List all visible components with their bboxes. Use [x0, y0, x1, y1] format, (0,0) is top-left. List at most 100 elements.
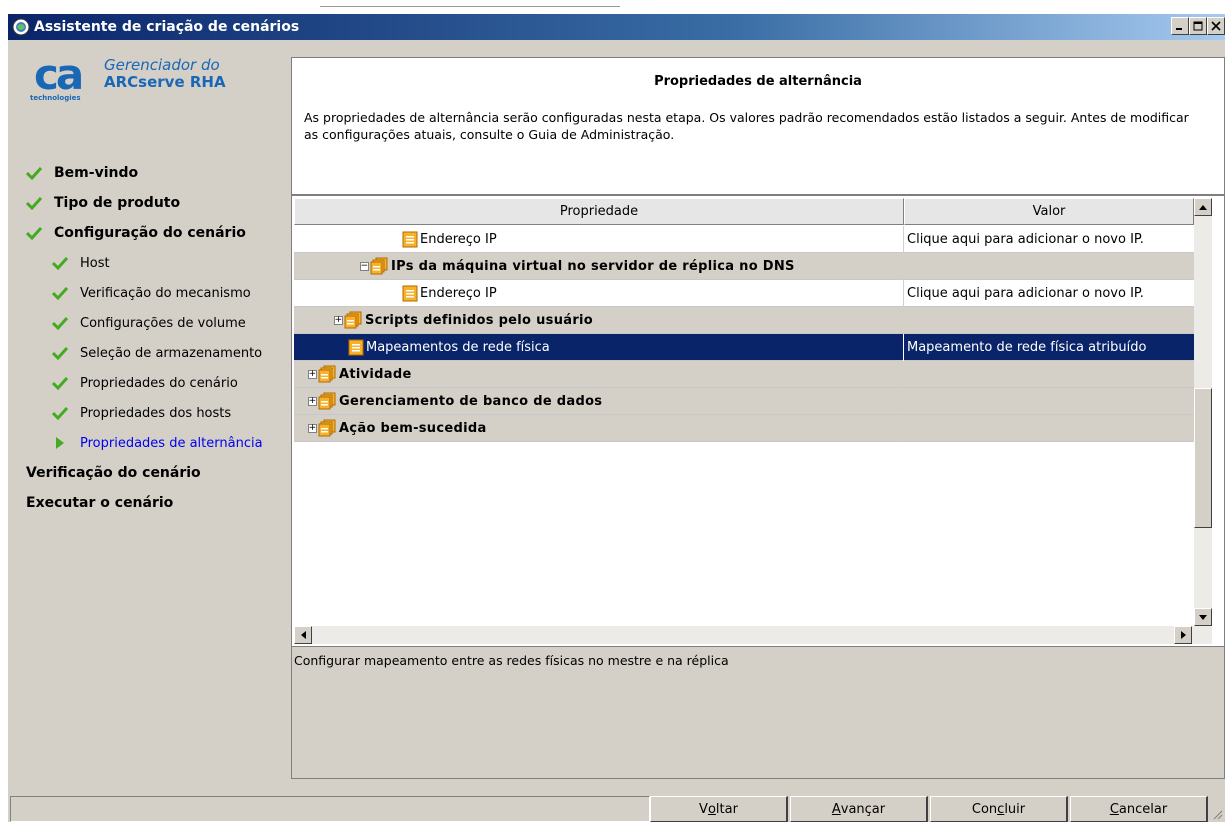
- check-icon: [26, 226, 42, 240]
- table-row[interactable]: + Ação bem-sucedida: [294, 414, 1194, 442]
- property-label: Atividade: [339, 366, 412, 382]
- grid-header: Propriedade Valor: [294, 198, 1194, 225]
- expand-icon[interactable]: +: [308, 423, 317, 433]
- nav-step-selecao-de-armazenamento[interactable]: Seleção de armazenamento: [8, 338, 291, 368]
- wizard-content: Propriedades de alternância As proprieda…: [291, 57, 1225, 779]
- next-button[interactable]: Avançar: [790, 796, 928, 822]
- scroll-right-icon[interactable]: [1174, 626, 1192, 644]
- check-icon: [52, 376, 68, 390]
- scroll-thumb[interactable]: [1194, 388, 1212, 528]
- nav-step-verificacao-do-cenario[interactable]: Verificação do cenário: [8, 458, 291, 488]
- nav-step-configuracoes-de-volume[interactable]: Configurações de volume: [8, 308, 291, 338]
- table-row[interactable]: Endereço IP Clique aqui para adicionar o…: [294, 279, 1194, 307]
- value-cell[interactable]: [904, 307, 1194, 334]
- scroll-left-icon[interactable]: [294, 626, 312, 644]
- expand-icon[interactable]: +: [308, 369, 317, 379]
- check-icon: [52, 346, 68, 360]
- property-group-icon: [318, 392, 336, 410]
- property-doc-icon: [402, 285, 418, 301]
- window-title: Assistente de criação de cenários: [34, 19, 300, 35]
- nav-step-propriedades-do-cenario[interactable]: Propriedades do cenário: [8, 368, 291, 398]
- product-name-line2: ARCserve RHA: [104, 73, 226, 91]
- finish-button[interactable]: Con c luir: [930, 796, 1068, 822]
- nav-step-verificacao-do-mecanismo[interactable]: Verificação do mecanismo: [8, 278, 291, 308]
- next-button-accesskey: A: [831, 801, 841, 817]
- product-logo: ca technologies Gerenciador do ARCserve …: [30, 50, 226, 104]
- horizontal-scrollbar[interactable]: [294, 626, 1212, 644]
- value-cell[interactable]: Mapeamento de rede física atribuído: [904, 334, 1194, 361]
- expand-icon[interactable]: +: [334, 315, 343, 325]
- resize-grip-icon[interactable]: [1211, 808, 1223, 820]
- table-row[interactable]: + Atividade: [294, 360, 1194, 388]
- nav-step-label: Host: [80, 255, 110, 271]
- property-grid: Propriedade Valor Endereço IP Clique aqu…: [292, 194, 1224, 644]
- property-cell: + Gerenciamento de banco de dados: [294, 387, 904, 415]
- nav-step-propriedades-dos-hosts[interactable]: Propriedades dos hosts: [8, 398, 291, 428]
- nav-step-label: Propriedades de alternância: [80, 435, 263, 451]
- expand-icon[interactable]: +: [308, 396, 317, 406]
- nav-step-tipo-de-produto[interactable]: Tipo de produto: [8, 188, 291, 218]
- next-button-label-post: vançar: [840, 801, 886, 817]
- column-header-value[interactable]: Valor: [904, 198, 1194, 225]
- nav-step-label: Verificação do cenário: [26, 465, 201, 481]
- vertical-scrollbar[interactable]: [1194, 198, 1212, 626]
- window-controls: [1171, 17, 1225, 35]
- wizard-frame: ca technologies Gerenciador do ARCserve …: [8, 40, 1225, 822]
- nav-step-label: Tipo de produto: [54, 195, 181, 211]
- back-button-label-pre: V: [699, 801, 708, 817]
- finish-button-label-post: luir: [1004, 801, 1026, 817]
- property-group-icon: [318, 365, 336, 383]
- cancel-button-accesskey: C: [1109, 801, 1119, 817]
- nav-step-label: Propriedades dos hosts: [80, 405, 232, 421]
- property-description: Configurar mapeamento entre as redes fís…: [294, 653, 729, 668]
- value-cell[interactable]: [904, 388, 1194, 415]
- product-name: Gerenciador do ARCserve RHA: [104, 57, 226, 104]
- nav-step-label: Verificação do mecanismo: [80, 285, 251, 301]
- value-cell[interactable]: [904, 253, 1194, 280]
- app-globe-icon: [11, 17, 31, 37]
- back-button[interactable]: Vo ltar: [650, 796, 788, 822]
- table-row-selected[interactable]: Mapeamentos de rede física Mapeamento de…: [294, 333, 1194, 361]
- property-label: Endereço IP: [420, 231, 497, 247]
- nav-step-propriedades-de-alternancia[interactable]: Propriedades de alternância: [8, 428, 291, 458]
- table-row[interactable]: + Scripts definidos pelo usuário: [294, 306, 1194, 334]
- value-cell[interactable]: [904, 361, 1194, 388]
- nav-step-configuracao-do-cenario[interactable]: Configuração do cenário: [8, 218, 291, 248]
- nav-step-bem-vindo[interactable]: Bem-vindo: [8, 158, 291, 188]
- finish-button-label-pre: Con: [971, 801, 998, 817]
- cancel-button[interactable]: Cancelar: [1070, 796, 1208, 822]
- table-row[interactable]: − IPs da máquina virtual no servidor de …: [294, 252, 1194, 280]
- nav-step-executar-o-cenario[interactable]: Executar o cenário: [8, 488, 291, 518]
- value-cell[interactable]: Clique aqui para adicionar o novo IP.: [904, 280, 1194, 307]
- property-label: Ação bem-sucedida: [339, 420, 487, 436]
- property-cell: Endereço IP: [294, 279, 904, 307]
- collapse-icon[interactable]: −: [360, 261, 369, 271]
- scroll-up-icon[interactable]: [1194, 198, 1212, 216]
- nav-step-label: Bem-vindo: [54, 165, 139, 181]
- property-cell: + Atividade: [294, 360, 904, 388]
- cancel-button-label-post: ancelar: [1118, 801, 1168, 817]
- window-titlebar[interactable]: Assistente de criação de cenários: [8, 14, 1225, 40]
- property-cell: + Scripts definidos pelo usuário: [294, 306, 904, 334]
- property-cell: Mapeamentos de rede física: [294, 333, 904, 361]
- property-group-icon: [344, 311, 362, 329]
- status-bar: [10, 796, 650, 822]
- grid-rows: Endereço IP Clique aqui para adicionar o…: [294, 225, 1194, 442]
- value-cell[interactable]: Clique aqui para adicionar o novo IP.: [904, 226, 1194, 253]
- current-step-arrow-icon: [56, 437, 64, 449]
- property-label: IPs da máquina virtual no servidor de ré…: [391, 258, 795, 274]
- table-row[interactable]: + Gerenciamento de banco de dados: [294, 387, 1194, 415]
- ca-logo-mark: ca: [34, 50, 84, 99]
- column-header-property[interactable]: Propriedade: [294, 198, 904, 225]
- wizard-button-bar: Vo ltar Avançar Con c luir Cancelar: [8, 790, 1225, 822]
- maximize-icon[interactable]: [1189, 17, 1207, 35]
- minimize-icon[interactable]: [1171, 17, 1189, 35]
- check-icon: [26, 196, 42, 210]
- close-icon[interactable]: [1207, 17, 1225, 35]
- scroll-down-icon[interactable]: [1194, 608, 1212, 626]
- table-row[interactable]: Endereço IP Clique aqui para adicionar o…: [294, 225, 1194, 253]
- value-cell[interactable]: [904, 415, 1194, 442]
- nav-step-host[interactable]: Host: [8, 248, 291, 278]
- check-icon: [52, 286, 68, 300]
- step-description: As propriedades de alternância serão con…: [304, 110, 1189, 142]
